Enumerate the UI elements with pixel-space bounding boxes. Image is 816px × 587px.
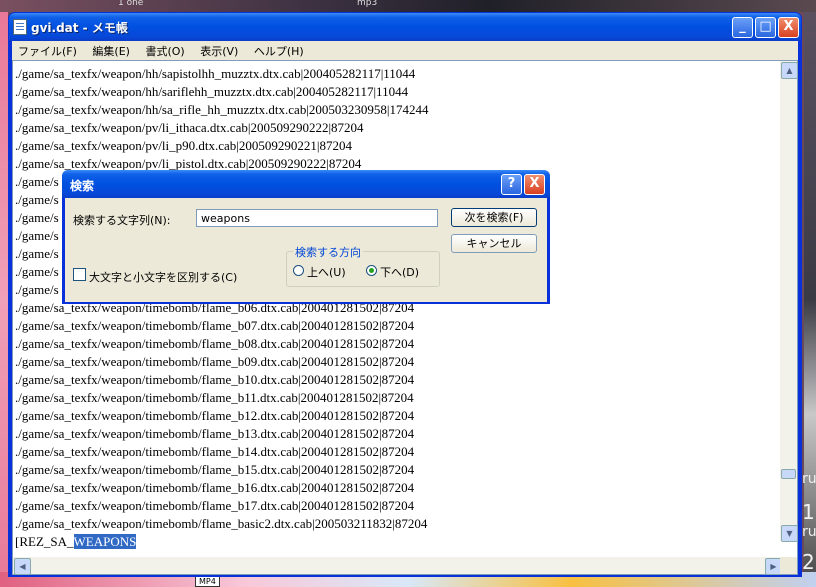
menu-bar: ファイル(F) 編集(E) 書式(O) 表示(V) ヘルプ(H) [12, 41, 798, 60]
text-line: ./game/sa_texfx/weapon/timebomb/flame_b1… [15, 462, 415, 477]
text-line: ./game/sa_texfx/weapon/timebomb/flame_b1… [15, 498, 415, 513]
direction-up-label: 上へ(U) [307, 266, 346, 279]
text-line: ./game/sa_texfx/weapon/timebomb/flame_b1… [15, 426, 415, 441]
direction-down-label: 下へ(D) [380, 266, 420, 279]
text-editor[interactable]: ./game/sa_texfx/weapon/hh/sapistolhh_muz… [12, 60, 798, 575]
text-line: ./game/sa_texfx/weapon/hh/sapistolhh_muz… [15, 66, 416, 81]
menu-help[interactable]: ヘルプ(H) [248, 41, 310, 59]
scroll-down-icon[interactable]: ▼ [781, 525, 798, 542]
text-line: ./game/sa_texfx/weapon/timebomb/flame_b0… [15, 318, 415, 333]
window-client: ファイル(F) 編集(E) 書式(O) 表示(V) ヘルプ(H) ./game/… [12, 41, 798, 575]
desktop-clip-text: 26 [802, 550, 816, 574]
resize-grip[interactable] [780, 557, 797, 574]
find-dialog-body: 検索する文字列(N): weapons 次を検索(F) キャンセル 大文字と小文… [65, 198, 547, 302]
minimize-button[interactable]: _ [732, 17, 753, 38]
text-line: ./game/sa_texfx/weapon/timebomb/flame_ba… [15, 516, 428, 531]
editor-lines: ./game/sa_texfx/weapon/hh/sapistolhh_muz… [15, 65, 429, 551]
window-title: gvi.dat - メモ帳 [31, 21, 128, 35]
scroll-up-icon[interactable]: ▲ [781, 62, 798, 79]
text-line: ./game/sa_texfx/weapon/timebomb/flame_b0… [15, 354, 415, 369]
desktop-label: 1 one [118, 0, 144, 8]
text-line-prefix: [REZ_SA_ [15, 534, 74, 549]
match-case-checkbox[interactable] [73, 268, 86, 281]
help-button[interactable]: ? [501, 174, 522, 195]
desktop-label: mp3 [357, 0, 378, 8]
direction-up-radio[interactable] [293, 265, 304, 276]
horizontal-scrollbar[interactable]: ◀ ▶ [13, 557, 783, 575]
text-line: ./game/sa_texfx/weapon/pv/li_ithaca.dtx.… [15, 120, 364, 135]
text-line: ./game/sa_texfx/weapon/timebomb/flame_b1… [15, 444, 415, 459]
title-bar[interactable]: gvi.dat - メモ帳 _ □ X [9, 13, 801, 41]
find-dialog: 検索 ? X 検索する文字列(N): weapons 次を検索(F) キャンセル… [62, 170, 550, 304]
cancel-button[interactable]: キャンセル [451, 234, 537, 253]
text-line: ./game/sa_texfx/weapon/hh/sariflehh_muzz… [15, 84, 409, 99]
find-dialog-title-bar[interactable]: 検索 ? X [62, 170, 550, 198]
menu-view[interactable]: 表示(V) [194, 41, 244, 59]
text-line: ./game/sa_texfx/weapon/timebomb/flame_b1… [15, 372, 415, 387]
menu-file[interactable]: ファイル(F) [12, 41, 83, 59]
desktop-clip-text: 12 [802, 500, 816, 524]
find-next-button[interactable]: 次を検索(F) [451, 208, 537, 227]
notepad-icon [13, 19, 27, 35]
menu-edit[interactable]: 編集(E) [86, 41, 136, 59]
match-case-label: 大文字と小文字を区別する(C) [89, 271, 238, 284]
text-line: ./game/sa_texfx/weapon/timebomb/flame_b1… [15, 408, 415, 423]
find-dialog-close-button[interactable]: X [524, 174, 545, 195]
direction-down-radio[interactable] [366, 265, 377, 276]
desktop-clip-text: ru [802, 471, 816, 487]
find-input[interactable]: weapons [196, 209, 438, 227]
menu-format[interactable]: 書式(O) [139, 41, 190, 59]
scrollbar-thumb[interactable] [781, 469, 796, 479]
direction-label: 検索する方向 [293, 244, 363, 260]
find-dialog-title: 検索 [70, 179, 95, 193]
selected-text: WEAPONS [73, 534, 137, 549]
text-line: [REZ_SA_WEAPONS [15, 533, 429, 551]
desktop-left-strip [0, 12, 8, 587]
maximize-button[interactable]: □ [755, 17, 776, 38]
text-line: ./game/sa_texfx/weapon/timebomb/flame_b0… [15, 336, 415, 351]
desktop-clip-text: ru [802, 524, 816, 540]
find-label: 検索する文字列(N): [73, 214, 171, 227]
text-line: ./game/sa_texfx/weapon/hh/sa_rifle_hh_mu… [15, 102, 429, 117]
scroll-left-icon[interactable]: ◀ [14, 558, 31, 575]
taskbar-mp4-label: MP4 [195, 576, 220, 587]
close-button[interactable]: X [778, 17, 799, 38]
desktop-top-strip: 1 one mp3 [0, 0, 816, 12]
desktop-right-strip: ru 12 ru 26 [802, 12, 816, 587]
text-line: ./game/sa_texfx/weapon/timebomb/flame_b1… [15, 390, 414, 405]
text-line: ./game/sa_texfx/weapon/timebomb/flame_b1… [15, 480, 415, 495]
vertical-scrollbar[interactable]: ▲ ▼ [780, 61, 798, 542]
text-line: ./game/sa_texfx/weapon/pv/li_p90.dtx.cab… [15, 138, 353, 153]
direction-group: 検索する方向 上へ(U) 下へ(D) [286, 244, 440, 287]
